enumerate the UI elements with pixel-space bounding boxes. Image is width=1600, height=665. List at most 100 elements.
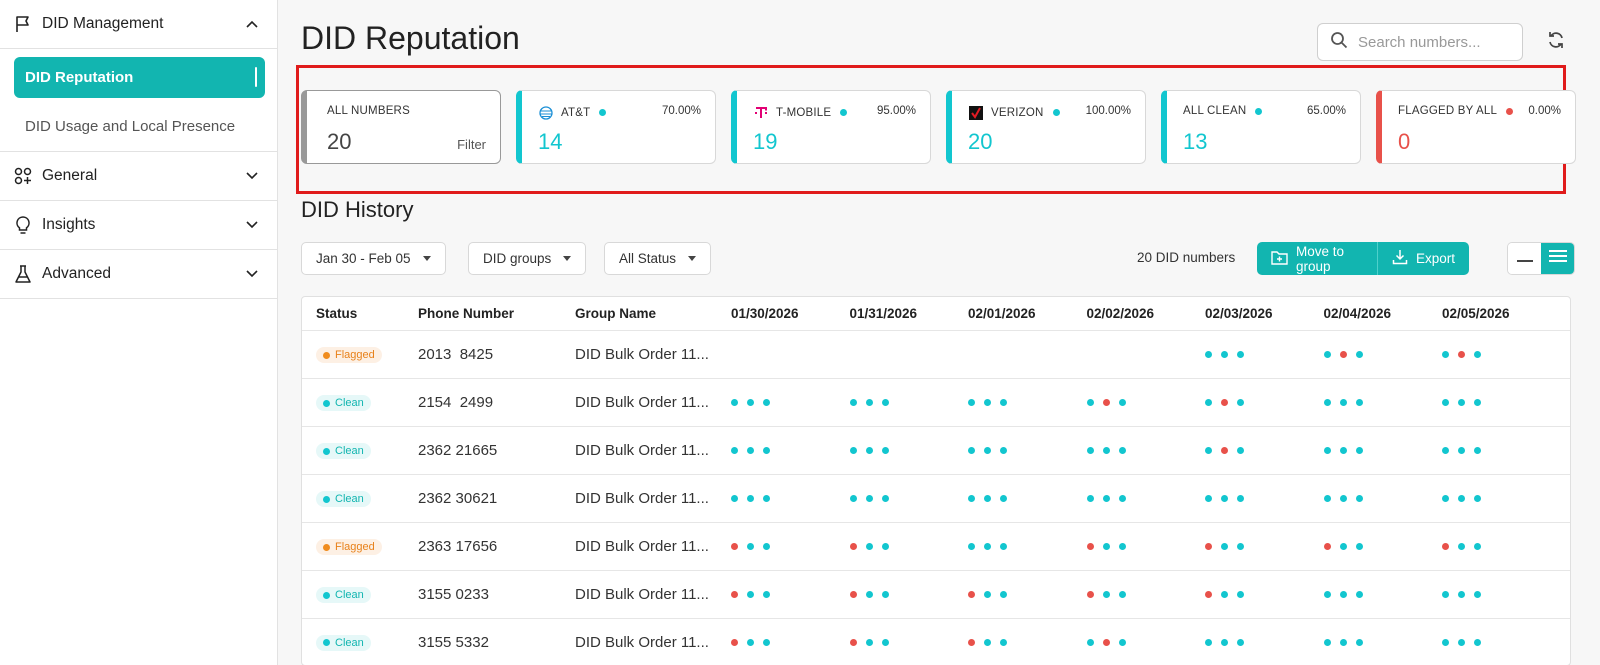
carrier-status-dots[interactable] xyxy=(731,447,837,454)
carrier-status-dots[interactable] xyxy=(1323,351,1430,358)
search-box[interactable] xyxy=(1317,23,1523,61)
carrier-status-dots[interactable] xyxy=(968,399,1074,406)
refresh-button[interactable] xyxy=(1544,30,1568,54)
carrier-status-dots[interactable] xyxy=(1442,543,1548,550)
flagged-dot xyxy=(1323,543,1331,550)
carrier-status-dots[interactable] xyxy=(1442,447,1548,454)
carrier-status-dots[interactable] xyxy=(731,591,837,598)
carrier-status-dots[interactable] xyxy=(1205,495,1311,502)
carrier-status-dots[interactable] xyxy=(1442,399,1548,406)
clean-dot xyxy=(968,447,975,454)
carrier-status-dots[interactable] xyxy=(1086,447,1193,454)
card-value: 14 xyxy=(538,129,563,154)
carrier-status-dots[interactable] xyxy=(1086,591,1193,598)
flagged-dot xyxy=(1102,399,1110,406)
carrier-status-dots[interactable] xyxy=(731,638,837,646)
carrier-status-dots[interactable] xyxy=(849,591,956,598)
carrier-status-dots[interactable] xyxy=(1323,495,1430,502)
status-dot xyxy=(323,447,330,455)
clean-dot xyxy=(763,447,770,454)
nav-general[interactable]: General xyxy=(0,152,277,201)
carrier-status-dots[interactable] xyxy=(1086,399,1193,406)
table-row[interactable]: Clean 3155 ⁣5332 DID Bulk Order 11... xyxy=(302,619,1570,665)
carrier-status-dots[interactable] xyxy=(1086,543,1193,550)
search-input[interactable] xyxy=(1358,33,1508,51)
carrier-status-dots[interactable] xyxy=(1323,591,1430,598)
column-header: Status xyxy=(316,306,358,321)
lightbulb-icon xyxy=(12,214,34,236)
nav-did-management[interactable]: DID Management xyxy=(0,0,277,49)
carrier-status-dots[interactable] xyxy=(1323,399,1430,406)
status-dropdown[interactable]: All Status xyxy=(604,242,712,275)
carrier-status-dots[interactable] xyxy=(1442,638,1548,646)
sidebar-item-did-reputation[interactable]: DID Reputation xyxy=(14,57,265,98)
carrier-status-dots[interactable] xyxy=(849,638,956,646)
carrier-status-dots[interactable] xyxy=(1205,447,1311,454)
move-to-group-button[interactable]: Move to group xyxy=(1257,242,1377,275)
carrier-status-dots[interactable] xyxy=(1323,638,1430,646)
carrier-status-dots[interactable] xyxy=(968,495,1074,502)
carrier-status-dots[interactable] xyxy=(731,495,837,502)
card-flagged-by-all[interactable]: FLAGGED BY ALL 0.00% 0 xyxy=(1376,90,1576,164)
clean-dot xyxy=(1339,591,1347,598)
clean-dot xyxy=(747,495,754,502)
nav-advanced[interactable]: Advanced xyxy=(0,250,277,299)
carrier-status-dots[interactable] xyxy=(1086,495,1193,502)
table-row[interactable]: Clean 3155 ⁣0233 DID Bulk Order 11... xyxy=(302,571,1570,619)
card-tmobile[interactable]: T-MOBILE 95.00% 19 xyxy=(731,90,931,164)
card-att[interactable]: AT&T 70.00% 14 xyxy=(516,90,716,164)
did-groups-dropdown[interactable]: DID groups xyxy=(468,242,587,275)
compact-view-button[interactable] xyxy=(1508,243,1541,274)
list-view-button[interactable] xyxy=(1541,243,1574,274)
filter-link[interactable]: Filter xyxy=(457,137,486,152)
carrier-status-dots[interactable] xyxy=(1442,351,1548,358)
card-title-wrap: T-MOBILE xyxy=(753,105,848,120)
clean-dot xyxy=(881,543,889,550)
table-row[interactable]: Flagged 2363 ⁣17656 DID Bulk Order 11... xyxy=(302,523,1570,571)
carrier-status-dots[interactable] xyxy=(849,399,956,406)
carrier-status-dots[interactable] xyxy=(1205,399,1311,406)
card-all-clean[interactable]: ALL CLEAN 65.00% 13 xyxy=(1161,90,1361,164)
table-row[interactable]: Clean 2362 ⁣30621 DID Bulk Order 11... xyxy=(302,475,1570,523)
clean-dot xyxy=(1221,351,1228,358)
card-verizon[interactable]: VERIZON 100.00% 20 xyxy=(946,90,1146,164)
carrier-status-dots[interactable] xyxy=(1442,591,1548,598)
carrier-status-dots[interactable] xyxy=(849,543,956,550)
carrier-status-dots[interactable] xyxy=(849,495,956,502)
status-dot xyxy=(323,543,330,551)
chevron-down-icon[interactable] xyxy=(245,169,259,183)
carrier-status-dots[interactable] xyxy=(731,543,837,550)
carrier-status-dots[interactable] xyxy=(1205,543,1311,550)
carrier-status-dots[interactable] xyxy=(1442,495,1548,502)
caret-down-icon xyxy=(422,256,431,261)
clean-dot xyxy=(1323,495,1331,502)
carrier-status-dots[interactable] xyxy=(1086,638,1193,646)
chevron-up-icon[interactable] xyxy=(245,17,259,31)
table-row[interactable]: Clean 2154 ⁣ 2499 DID Bulk Order 11... xyxy=(302,379,1570,427)
carrier-status-dots[interactable] xyxy=(731,399,837,406)
chevron-down-icon[interactable] xyxy=(245,267,259,281)
carrier-status-dots[interactable] xyxy=(968,638,1074,646)
carrier-status-dots[interactable] xyxy=(1323,543,1430,550)
day-cell xyxy=(1192,495,1311,502)
day-cell xyxy=(718,543,837,550)
carrier-status-dots[interactable] xyxy=(1205,591,1311,598)
carrier-status-dots[interactable] xyxy=(968,543,1074,550)
carrier-status-dots[interactable] xyxy=(1205,351,1311,358)
clean-dot xyxy=(881,591,889,598)
sidebar-item-did-usage[interactable]: DID Usage and Local Presence xyxy=(0,102,277,152)
nav-insights[interactable]: Insights xyxy=(0,201,277,250)
carrier-status-dots[interactable] xyxy=(968,591,1074,598)
carrier-status-dots[interactable] xyxy=(1205,638,1311,646)
date-range-dropdown[interactable]: Jan 30 - Feb 05 xyxy=(301,242,446,275)
card-all-numbers[interactable]: ALL NUMBERS 20 Filter xyxy=(301,90,501,164)
carrier-status-dots[interactable] xyxy=(1323,447,1430,454)
export-button[interactable]: Export xyxy=(1378,242,1469,275)
carrier-status-dots[interactable] xyxy=(849,447,956,454)
chevron-down-icon[interactable] xyxy=(245,218,259,232)
clean-dot xyxy=(1237,543,1244,550)
carrier-status-dots[interactable] xyxy=(968,447,1074,454)
status-dot xyxy=(1052,109,1060,116)
table-row[interactable]: Flagged 2013 ⁣ 8425 DID Bulk Order 11... xyxy=(302,331,1570,379)
table-row[interactable]: Clean 2362 ⁣21665 DID Bulk Order 11... xyxy=(302,427,1570,475)
